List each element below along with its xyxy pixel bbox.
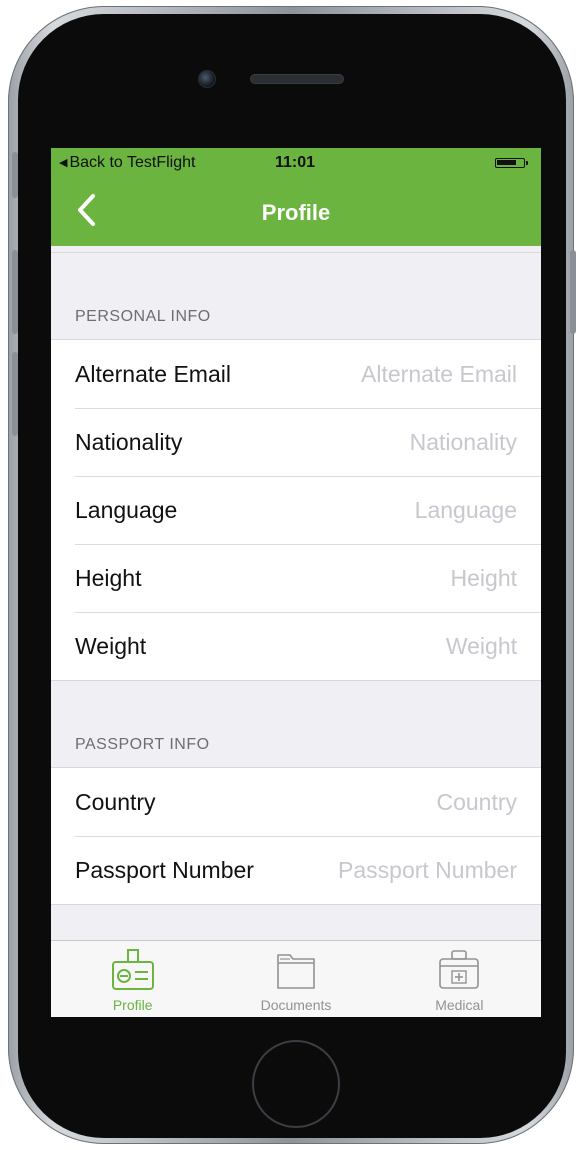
passport-number-label: Passport Number: [75, 856, 254, 883]
row-nationality: Nationality: [51, 408, 541, 476]
weight-input[interactable]: [285, 631, 519, 661]
passport-number-input[interactable]: [300, 855, 519, 885]
battery-icon: [495, 158, 528, 168]
status-bar: ◀ Back to TestFlight 11:01: [51, 148, 541, 178]
passport-info-group: Country Passport Number: [51, 767, 541, 905]
personal-info-header: PERSONAL INFO: [75, 308, 211, 325]
back-to-app-label: Back to TestFlight: [69, 154, 196, 171]
front-camera: [198, 70, 216, 88]
alternate-email-label: Alternate Email: [75, 360, 231, 387]
tab-bar: Profile Documents Medical: [51, 940, 541, 1017]
power-button: [570, 250, 576, 334]
row-country: Country: [51, 768, 541, 836]
row-weight: Weight: [51, 612, 541, 680]
home-button[interactable]: [252, 1040, 340, 1128]
tab-medical-label: Medical: [435, 997, 484, 1013]
back-triangle-icon: ◀: [59, 156, 68, 169]
tab-documents-label: Documents: [260, 997, 332, 1013]
row-alternate-email: Alternate Email: [51, 340, 541, 408]
app-screen: ◀ Back to TestFlight 11:01 Profile PERSO…: [51, 148, 541, 1017]
top-divider: [51, 252, 541, 253]
status-time: 11:01: [275, 154, 316, 171]
tab-profile-label: Profile: [112, 997, 153, 1013]
nationality-label: Nationality: [75, 428, 183, 455]
row-language: Language: [51, 476, 541, 544]
folder-icon: [277, 954, 315, 989]
passport-info-header: PASSPORT INFO: [75, 736, 210, 753]
country-input[interactable]: [285, 787, 519, 817]
earpiece-speaker: [250, 74, 344, 84]
tab-profile[interactable]: Profile: [51, 941, 214, 1017]
nationality-input[interactable]: [285, 427, 519, 457]
height-label: Height: [75, 564, 142, 591]
weight-label: Weight: [75, 632, 147, 659]
back-to-app-link[interactable]: ◀ Back to TestFlight: [59, 154, 195, 172]
alternate-email-input[interactable]: [285, 359, 519, 389]
personal-info-group: Alternate Email Nationality Language Hei…: [51, 339, 541, 681]
tab-medical[interactable]: Medical: [378, 941, 541, 1017]
medical-kit-icon: [439, 950, 480, 989]
id-badge-icon: [111, 949, 154, 990]
country-label: Country: [75, 788, 156, 815]
language-input[interactable]: [285, 495, 519, 525]
page-title: Profile: [261, 200, 331, 225]
navigation-bar: Profile: [51, 178, 541, 246]
row-height: Height: [51, 544, 541, 612]
language-label: Language: [75, 496, 178, 523]
tab-documents[interactable]: Documents: [214, 941, 377, 1017]
row-passport-number: Passport Number: [51, 836, 541, 904]
height-input[interactable]: [285, 563, 519, 593]
